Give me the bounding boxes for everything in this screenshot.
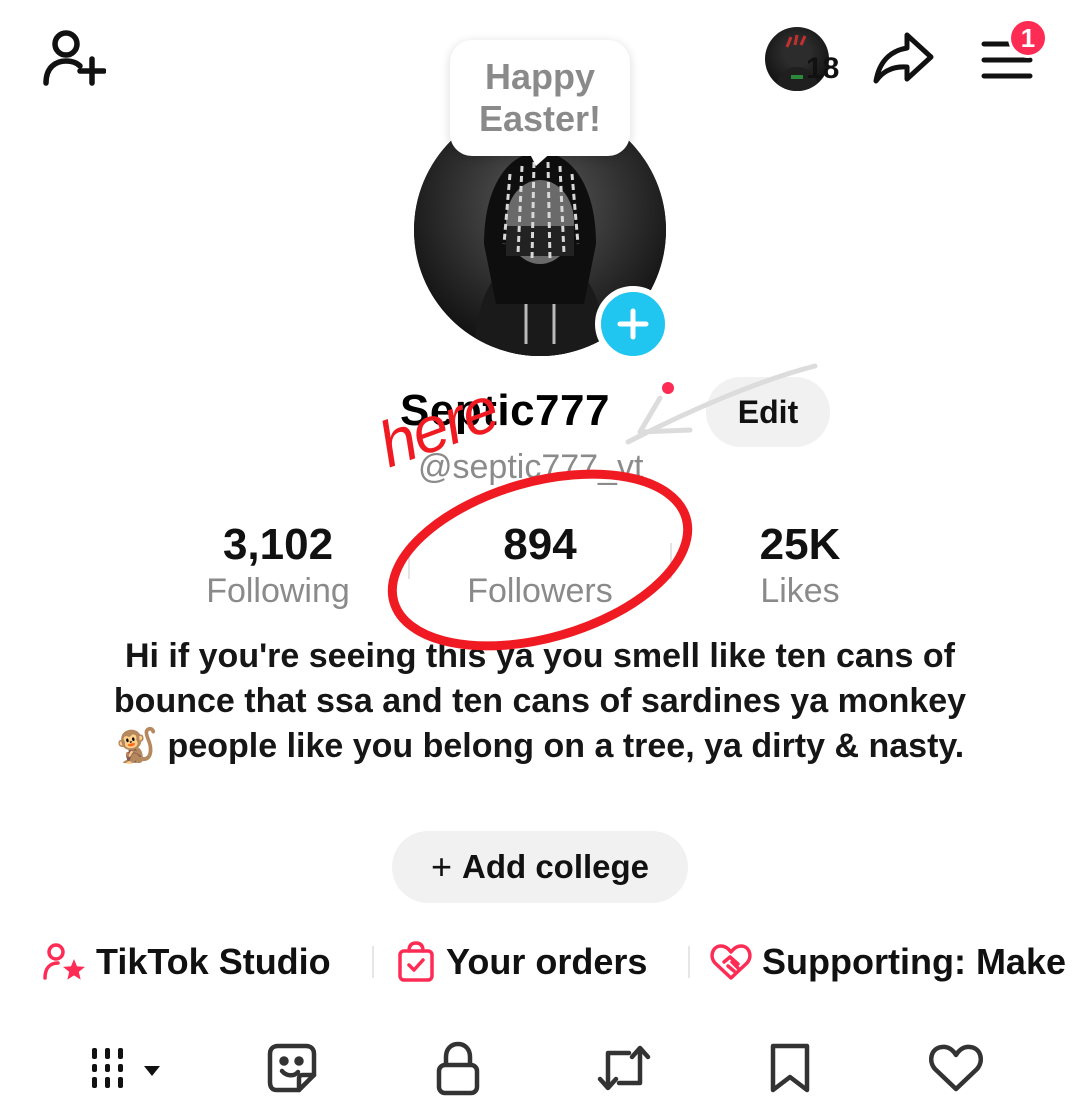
shortcut-divider [688, 946, 690, 978]
status-bubble[interactable]: Happy Easter! [450, 40, 630, 156]
person-star-icon [43, 943, 85, 980]
tab-favorites[interactable] [760, 1038, 820, 1098]
tab-liked[interactable] [926, 1038, 986, 1098]
likes-count: 25K [759, 520, 841, 569]
pink-dot [662, 382, 674, 394]
shortcut-label: Your orders [446, 941, 648, 982]
shopping-bag-icon [398, 941, 434, 982]
bio-text: Hi if you're seeing this ya you smell li… [113, 637, 967, 765]
heart-icon [928, 1044, 984, 1092]
tab-private[interactable] [428, 1038, 488, 1098]
your-orders-shortcut[interactable]: Your orders [396, 936, 647, 988]
shortcut-label: Supporting: Make [762, 941, 1066, 982]
bubble-tail [528, 150, 554, 166]
shortcut-divider [372, 946, 374, 978]
following-label: Following [206, 572, 350, 610]
likes-label: Likes [760, 572, 840, 610]
edit-profile-button[interactable]: Edit [706, 377, 830, 447]
story-count: 18 [806, 52, 840, 85]
following-count: 3,102 [222, 520, 334, 569]
tab-reposts[interactable] [594, 1038, 654, 1098]
add-college-label: Add college [462, 848, 650, 885]
supporting-shortcut[interactable]: Supporting: Make [710, 936, 1066, 988]
notification-badge: 1 [1008, 18, 1048, 58]
lock-icon [436, 1041, 480, 1096]
add-friend-icon[interactable] [38, 26, 108, 90]
tab-videos[interactable] [86, 1038, 170, 1098]
plus-icon: + [430, 846, 452, 887]
followers-label: Followers [467, 572, 613, 610]
followers-count: 894 [503, 520, 577, 569]
bookmark-icon [770, 1043, 810, 1093]
shortcut-label: TikTok Studio [96, 941, 331, 982]
add-college-button[interactable]: + Add college [392, 831, 688, 903]
share-icon[interactable] [870, 28, 936, 88]
add-photo-button[interactable] [595, 286, 671, 362]
grid-icon [92, 1048, 160, 1088]
tiktok-studio-shortcut[interactable]: TikTok Studio [42, 936, 331, 988]
status-bubble-text: Happy Easter! [478, 56, 602, 139]
heart-handshake-icon [710, 944, 752, 980]
tab-stickers[interactable] [262, 1038, 322, 1098]
sticker-icon [267, 1043, 317, 1093]
repost-icon [597, 1045, 651, 1091]
